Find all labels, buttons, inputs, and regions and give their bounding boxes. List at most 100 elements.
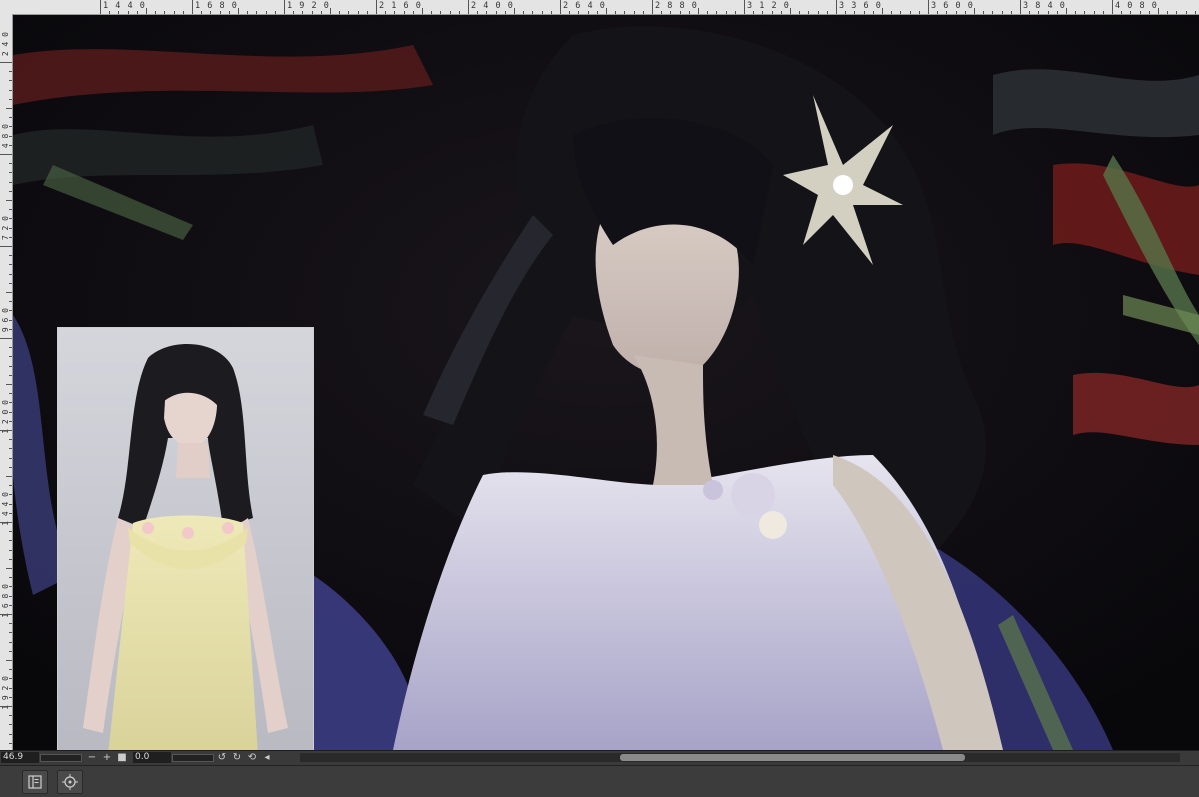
ruler-tick — [9, 733, 12, 735]
ruler-top-label: 2 4 0 0 — [471, 1, 514, 11]
horizontal-scrollbar[interactable] — [300, 753, 1180, 762]
ruler-tick — [458, 11, 460, 14]
ruler-tick — [247, 11, 249, 14]
ruler-tick — [468, 0, 469, 14]
plus-icon[interactable]: + — [101, 752, 113, 764]
ruler-tick — [9, 724, 12, 726]
ruler-tick — [1056, 11, 1058, 14]
ruler-tick — [928, 0, 929, 14]
ruler-tick — [1112, 0, 1113, 14]
ruler-tick — [909, 11, 911, 14]
ruler-tick — [311, 11, 313, 14]
ruler-tick — [541, 11, 543, 14]
ruler-tick — [725, 11, 727, 14]
zoom-input[interactable]: 46.9 — [1, 752, 39, 763]
ruler-tick — [817, 11, 819, 14]
zoom-slider[interactable] — [40, 754, 82, 762]
ruler-left-label: 4 8 0 — [1, 124, 10, 149]
ruler-tick — [0, 430, 12, 431]
ruler-top-label: 1 6 8 0 — [195, 1, 238, 11]
ruler-tick — [633, 11, 635, 14]
navigator-icon[interactable] — [22, 770, 48, 794]
ruler-tick — [9, 448, 12, 450]
ruler-tick — [0, 154, 12, 155]
ruler-tick — [753, 11, 755, 14]
rotation-slider[interactable] — [172, 754, 214, 762]
ruler-tick — [863, 11, 865, 14]
reference-image-panel[interactable] — [57, 327, 314, 750]
ruler-tick — [872, 11, 874, 14]
ruler-tick — [9, 273, 12, 275]
ruler-tick — [716, 11, 718, 14]
ruler-left-label: 1 6 8 0 — [1, 584, 10, 618]
ruler-tick — [734, 11, 736, 14]
ruler-top-label: 1 4 4 0 — [103, 1, 146, 11]
ruler-tick — [109, 11, 111, 14]
ruler-tick — [1139, 11, 1141, 14]
rotate-left-icon[interactable]: ↺ — [216, 752, 228, 764]
reset-icon[interactable]: ⟲ — [246, 752, 258, 764]
ruler-tick — [422, 8, 423, 14]
ruler-tick — [100, 0, 101, 14]
zoom-reset-icon[interactable]: ■ — [116, 752, 128, 764]
ruler-tick — [9, 457, 12, 459]
ruler-tick — [9, 98, 12, 100]
ruler-tick — [808, 11, 810, 14]
minus-icon[interactable]: − — [86, 752, 98, 764]
ruler-tick — [320, 11, 322, 14]
ruler-tick — [1121, 11, 1123, 14]
ruler-tick — [1185, 11, 1187, 14]
ruler-tick — [9, 439, 12, 441]
rotation-input[interactable]: 0.0 — [133, 752, 171, 763]
drawing-canvas[interactable] — [13, 15, 1199, 750]
ruler-tick — [274, 11, 276, 14]
ruler-tick — [164, 11, 166, 14]
ruler-tick — [0, 706, 12, 707]
ruler-tick — [964, 11, 966, 14]
ruler-tick — [477, 11, 479, 14]
ruler-tick — [9, 641, 12, 643]
ruler-tick — [9, 669, 12, 671]
ruler-tick — [9, 485, 12, 487]
ruler-tick — [201, 11, 203, 14]
fit-icon[interactable] — [57, 770, 83, 794]
scrollbar-thumb[interactable] — [620, 754, 965, 761]
ruler-left-label: 7 2 0 — [1, 216, 10, 241]
ruler-tick — [6, 476, 12, 477]
ruler-tick — [9, 181, 12, 183]
ruler-left[interactable]: 2 4 0 4 8 0 7 2 0 9 6 0 1 2 0 0 1 4 4 0 1 6 8 … — [0, 14, 13, 750]
ruler-tick — [6, 660, 12, 661]
ruler-tick — [6, 384, 12, 385]
ruler-tick — [624, 11, 626, 14]
ruler-tick — [6, 200, 12, 201]
ruler-tick — [1158, 8, 1159, 14]
ruler-tick — [9, 264, 12, 266]
ruler-tick — [642, 11, 644, 14]
flip-icon[interactable]: ◂ — [261, 752, 273, 764]
ruler-tick — [210, 11, 212, 14]
ruler-tick — [1010, 11, 1012, 14]
ruler-tick — [9, 466, 12, 468]
ruler-tick — [790, 8, 791, 14]
ruler-tick — [0, 614, 12, 615]
ruler-tick — [606, 8, 607, 14]
ruler-top-label: 2 1 6 0 — [379, 1, 422, 11]
ruler-top[interactable]: 1 4 4 0 1 6 8 0 1 9 2 0 2 1 6 0 2 4 0 0 2 6 4… — [0, 0, 1199, 15]
ruler-tick — [9, 347, 12, 349]
ruler-tick — [780, 11, 782, 14]
ruler-tick — [854, 11, 856, 14]
ruler-tick — [284, 0, 285, 14]
ruler-tick — [799, 11, 801, 14]
ruler-tick — [1148, 11, 1150, 14]
ruler-tick — [9, 393, 12, 395]
rotate-right-icon[interactable]: ↻ — [231, 752, 243, 764]
ruler-tick — [1075, 11, 1077, 14]
ruler-tick — [900, 11, 902, 14]
ruler-tick — [762, 11, 764, 14]
ruler-tick — [983, 11, 985, 14]
ruler-tick — [348, 11, 350, 14]
ruler-tick — [670, 11, 672, 14]
ruler-left-label: 1 2 0 0 — [1, 400, 10, 434]
ruler-tick — [403, 11, 405, 14]
ruler-tick — [698, 8, 699, 14]
